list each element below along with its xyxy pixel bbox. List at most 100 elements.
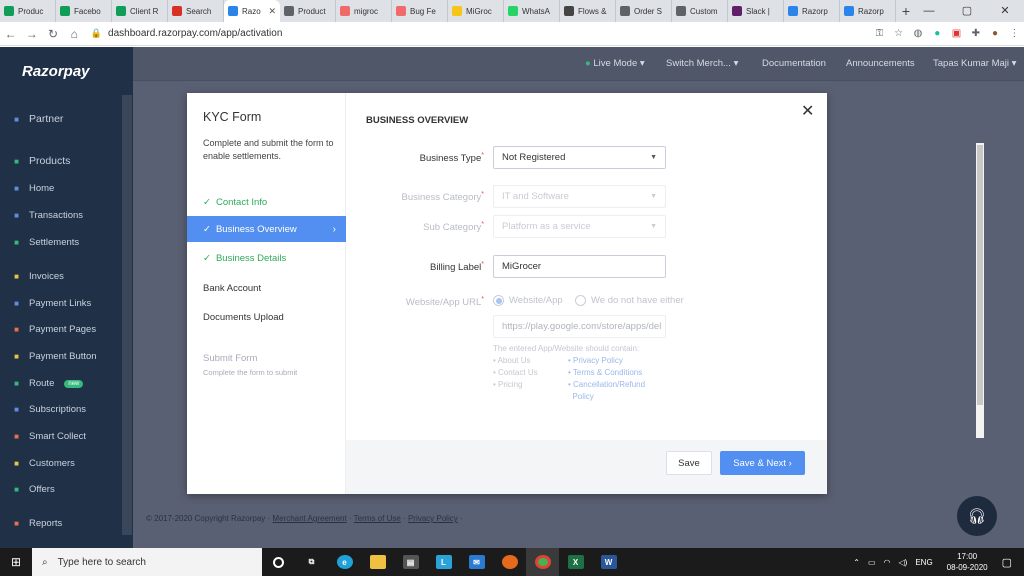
key-icon[interactable]: ⚿: [870, 28, 889, 39]
billing-label-input[interactable]: MiGrocer: [493, 255, 666, 278]
sidebar-products[interactable]: ■ Products: [12, 155, 70, 167]
sidebar-item-transactions[interactable]: ■ Transactions: [12, 210, 83, 221]
user-menu[interactable]: Tapas Kumar Maji ▾: [933, 58, 1016, 69]
step-documents-upload[interactable]: Documents Upload: [187, 304, 346, 330]
forward-icon[interactable]: →: [21, 27, 42, 41]
browser-tab[interactable]: Flows &: [560, 0, 616, 22]
sidebar-item-reports[interactable]: ■ Reports: [12, 518, 62, 529]
website-url-input[interactable]: https://play.google.com/store/apps/del: [493, 315, 666, 338]
browser-tab[interactable]: Bug Fe: [392, 0, 448, 22]
cortana-icon[interactable]: [262, 548, 295, 576]
chrome-icon[interactable]: [526, 548, 559, 576]
extension-globe-icon[interactable]: ◍: [908, 28, 927, 39]
extensions-puzzle-icon[interactable]: ✚: [966, 28, 985, 39]
browser-tab[interactable]: MiGroc: [448, 0, 504, 22]
sidebar-item-invoices[interactable]: ■ Invoices: [12, 271, 64, 282]
step-contact-info[interactable]: ✓ Contact Info: [187, 189, 346, 215]
sidebar-item-route[interactable]: ■ Route new: [12, 378, 84, 389]
step-label: Business Overview: [215, 223, 297, 235]
sidebar-scrollbar[interactable]: [122, 95, 132, 535]
no-website-radio[interactable]: We do not have either: [575, 295, 684, 306]
mail-icon[interactable]: ✉: [460, 548, 493, 576]
sidebar-item-payment-pages[interactable]: ■ Payment Pages: [12, 324, 96, 335]
announcements-link[interactable]: Announcements: [846, 58, 915, 69]
browser-tab[interactable]: Product: [280, 0, 336, 22]
sidebar-item-subscriptions[interactable]: ■ Subscriptions: [12, 404, 86, 415]
url-field[interactable]: 🔒 dashboard.razorpay.com/app/activation: [91, 25, 870, 43]
business-category-select[interactable]: IT and Software ▼: [493, 185, 666, 208]
help-headset-button[interactable]: 🎧︎: [957, 496, 997, 536]
clock[interactable]: 17:00 08-09-2020: [947, 551, 988, 573]
store-icon[interactable]: ▤: [394, 548, 427, 576]
browser-tab[interactable]: Razo ✕: [224, 0, 280, 22]
step-business-details[interactable]: ✓ Business Details: [187, 245, 346, 271]
maximize-icon[interactable]: ▢: [948, 0, 986, 22]
sidebar-item-settlements[interactable]: ■ Settlements: [12, 237, 79, 248]
sidebar-item-payment-button[interactable]: ■ Payment Button: [12, 351, 97, 362]
merchant-agreement-link[interactable]: Merchant Agreement: [272, 514, 346, 523]
privacy-link[interactable]: Privacy Policy: [408, 514, 458, 523]
browser-menu-icon[interactable]: ⋮: [1005, 28, 1024, 39]
save-button[interactable]: Save: [666, 451, 712, 475]
policy-link[interactable]: • Privacy Policy: [568, 356, 623, 365]
sub-category-select[interactable]: Platform as a service ▼: [493, 215, 666, 238]
sidebar-item-label: Transactions: [29, 210, 84, 221]
close-tab-icon[interactable]: ✕: [268, 6, 276, 17]
browser-tab[interactable]: Order S: [616, 0, 672, 22]
reload-icon[interactable]: ↻: [42, 27, 63, 41]
network-icon[interactable]: ◠: [884, 558, 891, 567]
step-business-overview[interactable]: ✓ Business Overview ›: [187, 216, 346, 242]
policy-link[interactable]: • Cancellation/Refund: [568, 380, 645, 389]
documentation-link[interactable]: Documentation: [762, 58, 826, 69]
browser-tab[interactable]: WhatsA: [504, 0, 560, 22]
back-icon[interactable]: ←: [0, 27, 21, 41]
word-icon[interactable]: W: [592, 548, 625, 576]
notifications-icon[interactable]: ▢: [1002, 556, 1012, 569]
sidebar-item-home[interactable]: ■ Home: [12, 183, 54, 194]
sidebar-partner[interactable]: ■ Partner: [12, 113, 63, 125]
task-view-icon[interactable]: ⧉: [295, 548, 328, 576]
profile-avatar-icon[interactable]: ●: [985, 28, 1004, 39]
edge-icon[interactable]: e: [328, 548, 361, 576]
step-bank-account[interactable]: Bank Account: [187, 275, 346, 301]
home-icon[interactable]: ⌂: [64, 27, 85, 41]
minimize-icon[interactable]: —: [910, 0, 948, 22]
policy-link[interactable]: • Terms & Conditions: [568, 368, 642, 377]
browser-tab[interactable]: Slack |: [728, 0, 784, 22]
browser-tab[interactable]: Razorp: [840, 0, 896, 22]
browser-tab[interactable]: Produc: [0, 0, 56, 22]
live-mode-toggle[interactable]: ● Live Mode ▾: [585, 58, 645, 69]
sidebar-item-offers[interactable]: ■ Offers: [12, 484, 55, 495]
chevron-up-icon[interactable]: ⌃: [853, 558, 860, 567]
browser-tab[interactable]: Custom: [672, 0, 728, 22]
bookmark-star-icon[interactable]: ☆: [889, 28, 908, 39]
browser-tab[interactable]: migroc: [336, 0, 392, 22]
browser-tab[interactable]: Client R: [112, 0, 168, 22]
browser-tab[interactable]: Razorp: [784, 0, 840, 22]
app-l-icon[interactable]: L: [427, 548, 460, 576]
terms-link[interactable]: Terms of Use: [354, 514, 401, 523]
window-close-icon[interactable]: ✕: [986, 0, 1024, 22]
windows-start-icon[interactable]: ⊞: [0, 548, 32, 576]
website-app-radio[interactable]: Website/App: [493, 295, 563, 306]
extension-grammarly-icon[interactable]: ●: [928, 28, 947, 39]
policy-link[interactable]: Policy: [568, 392, 593, 401]
file-explorer-icon[interactable]: [361, 548, 394, 576]
switch-merchant-menu[interactable]: Switch Merch... ▾: [666, 58, 738, 69]
form-scrollbar-thumb[interactable]: [977, 145, 983, 405]
excel-icon[interactable]: X: [559, 548, 592, 576]
firefox-icon[interactable]: [493, 548, 526, 576]
business-type-select[interactable]: Not Registered ▼: [493, 146, 666, 169]
close-icon[interactable]: ✕: [801, 101, 814, 121]
save-next-button[interactable]: Save & Next ›: [720, 451, 805, 475]
battery-icon[interactable]: ▭: [868, 558, 876, 567]
sidebar-item-payment-links[interactable]: ■ Payment Links: [12, 298, 91, 309]
browser-tab[interactable]: Search: [168, 0, 224, 22]
taskbar-search[interactable]: ⌕ Type here to search: [32, 548, 262, 576]
sidebar-item-smart-collect[interactable]: ■ Smart Collect: [12, 431, 86, 442]
volume-icon[interactable]: ◁): [899, 558, 908, 567]
browser-tab[interactable]: Facebo: [56, 0, 112, 22]
extension-screenshot-icon[interactable]: ▣: [947, 28, 966, 39]
language-indicator[interactable]: ENG: [915, 558, 932, 567]
sidebar-item-customers[interactable]: ■ Customers: [12, 458, 75, 469]
